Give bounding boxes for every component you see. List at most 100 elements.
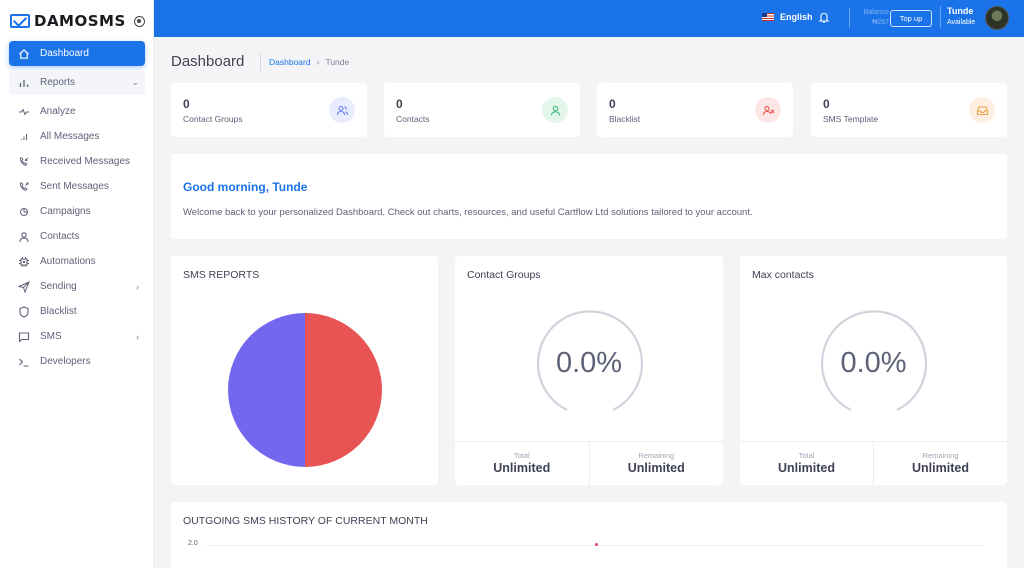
balance-display: Balance ₦267	[849, 8, 889, 28]
contact-groups-card: Contact Groups 0.0% Total Unlimited Rema…	[455, 256, 723, 485]
language-label: English	[780, 12, 813, 22]
language-selector[interactable]: English	[762, 12, 813, 22]
stat-card-blacklist: 0 Blacklist	[597, 83, 793, 137]
balance-label: Balance	[863, 9, 889, 16]
shield-icon	[18, 305, 30, 318]
chevron-down-icon: ⌄	[131, 77, 139, 87]
stat-label: Contact Groups	[183, 114, 243, 124]
top-header: English Balance ₦267 Top up Tunde Availa…	[154, 0, 1024, 37]
sidebar-item-dashboard[interactable]: Dashboard	[9, 41, 145, 66]
bell-icon[interactable]	[818, 11, 830, 24]
pie-icon	[18, 206, 30, 218]
greeting-text: Welcome back to your personalized Dashbo…	[183, 207, 753, 218]
users-icon	[329, 97, 355, 123]
stat-value: 0	[823, 97, 830, 111]
breadcrumb-separator-icon: ›	[316, 57, 320, 67]
sidebar-item-label: All Messages	[40, 131, 100, 142]
pie-slice[interactable]	[228, 313, 305, 467]
gauge-footer: Total Unlimited Remaining Unlimited	[455, 441, 723, 485]
inbox-icon	[969, 97, 995, 123]
avatar[interactable]	[985, 6, 1009, 30]
stat-card-sms-template: 0 SMS Template	[811, 83, 1007, 137]
gauge-percent: 0.0%	[555, 347, 623, 379]
stat-label: SMS Template	[823, 114, 879, 124]
remaining-label: Remaining	[638, 451, 675, 460]
phone-incoming-icon	[18, 156, 30, 168]
sidebar-item-label: Received Messages	[40, 156, 131, 167]
user-status: Available	[947, 19, 976, 26]
sidebar-item-campaigns[interactable]: Campaigns	[9, 199, 145, 224]
stat-card-contact-groups: 0 Contact Groups	[171, 83, 367, 137]
sidebar-item-label: Contacts	[40, 231, 80, 242]
sidebar-item-label: Automations	[40, 256, 96, 267]
logo-mail-icon	[10, 14, 30, 28]
user-icon	[542, 97, 568, 123]
sidebar-item-label: Sent Messages	[40, 181, 109, 192]
remaining-column: Remaining Unlimited	[873, 442, 1007, 485]
sidebar-item-analyze[interactable]: Analyze	[9, 99, 145, 124]
sidebar-item-sms[interactable]: SMS ›	[9, 324, 145, 349]
user-icon	[18, 231, 30, 243]
greeting-card: Good morning, Tunde Welcome back to your…	[171, 154, 1007, 239]
message-icon	[18, 331, 30, 343]
pulse-icon	[18, 106, 30, 118]
chevron-right-icon: ›	[136, 281, 139, 292]
user-name: Tunde	[947, 6, 974, 16]
sidebar-item-label: Analyze	[40, 106, 76, 117]
sms-reports-card: SMS REPORTS	[171, 256, 438, 485]
max-contacts-card: Max contacts 0.0% Total Unlimited Remain…	[740, 256, 1007, 485]
remaining-column: Remaining Unlimited	[588, 442, 724, 485]
sidebar-item-all-messages[interactable]: All Messages	[9, 124, 145, 149]
remaining-value: Unlimited	[627, 461, 685, 475]
sidebar-item-label: Campaigns	[40, 206, 91, 217]
brand-logo[interactable]: DAMOSMS	[10, 10, 145, 32]
chip-icon	[18, 256, 30, 268]
sidebar: DAMOSMS Dashboard Reports ⌄ Analyze All …	[0, 0, 154, 568]
sidebar-item-label: Blacklist	[40, 306, 77, 317]
sidebar-item-label: SMS	[40, 331, 62, 342]
user-menu[interactable]: Tunde Available	[940, 6, 975, 28]
sidebar-item-label: Dashboard	[40, 48, 89, 59]
breadcrumb-link-dashboard[interactable]: Dashboard	[269, 57, 311, 67]
sms-reports-pie-chart	[228, 313, 382, 467]
sidebar-item-contacts[interactable]: Contacts	[9, 224, 145, 249]
total-column: Total Unlimited	[455, 442, 589, 485]
phone-outgoing-icon	[18, 181, 30, 193]
sidebar-item-automations[interactable]: Automations	[9, 249, 145, 274]
sidebar-item-reports[interactable]: Reports ⌄	[9, 70, 145, 95]
total-label: Total	[513, 451, 530, 460]
stat-card-contacts: 0 Contacts	[384, 83, 580, 137]
us-flag-icon	[762, 13, 774, 21]
sidebar-item-sending[interactable]: Sending ›	[9, 274, 145, 299]
sidebar-item-sent-messages[interactable]: Sent Messages	[9, 174, 145, 199]
y-tick-label: 2.0	[188, 540, 198, 547]
sidebar-item-label: Sending	[40, 281, 77, 292]
sidebar-item-blacklist[interactable]: Blacklist	[9, 299, 145, 324]
greeting-title: Good morning, Tunde	[183, 180, 308, 194]
sidebar-item-developers[interactable]: Developers	[9, 349, 145, 374]
stat-value: 0	[183, 97, 190, 111]
send-icon	[18, 280, 30, 293]
sidebar-item-received-messages[interactable]: Received Messages	[9, 149, 145, 174]
stat-label: Blacklist	[609, 114, 641, 124]
total-label: Total	[798, 451, 815, 460]
breadcrumb-current: Tunde	[325, 57, 350, 67]
stat-value: 0	[609, 97, 616, 111]
stat-label: Contacts	[396, 114, 430, 124]
top-up-button[interactable]: Top up	[890, 10, 932, 27]
stat-value: 0	[396, 97, 403, 111]
page-title: Dashboard	[171, 53, 245, 70]
total-value: Unlimited	[778, 461, 835, 475]
sms-history-card: OUTGOING SMS HISTORY OF CURRENT MONTH 2.…	[171, 502, 1007, 568]
pie-slice[interactable]	[305, 313, 382, 467]
sidebar-toggle-icon[interactable]	[133, 15, 145, 27]
total-value: Unlimited	[493, 461, 551, 475]
bar-chart-icon	[18, 77, 30, 89]
signal-icon	[18, 131, 30, 143]
chevron-right-icon: ›	[136, 331, 139, 342]
user-x-icon	[755, 97, 781, 123]
home-icon	[18, 48, 30, 60]
sidebar-item-label: Reports	[40, 77, 76, 88]
sidebar-item-label: Developers	[40, 356, 91, 367]
data-point	[595, 543, 598, 546]
